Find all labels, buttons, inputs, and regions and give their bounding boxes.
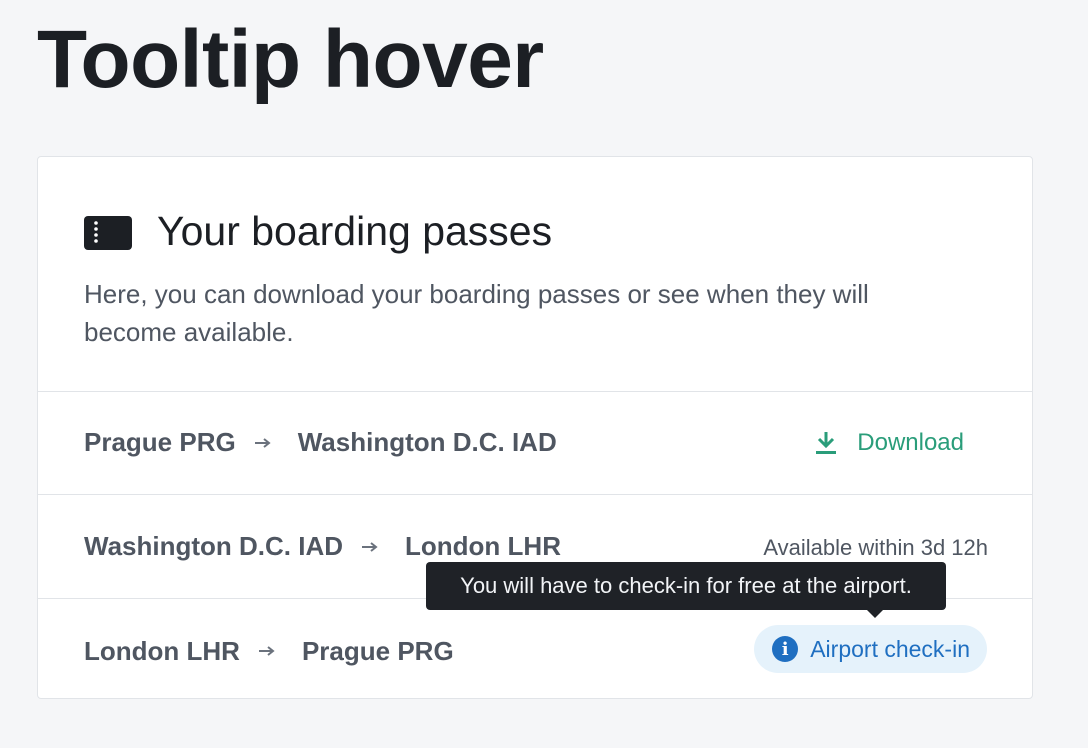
destination: Prague PRG [301, 635, 454, 666]
boarding-pass-icon [84, 216, 132, 250]
origin: Washington D.C. IAD [84, 531, 344, 561]
origin: Prague PRG [84, 427, 236, 457]
download-button[interactable]: Download [815, 391, 964, 494]
arrow-right-icon [362, 541, 378, 552]
tooltip-caret [866, 609, 884, 618]
card-title: Your boarding passes [157, 208, 553, 254]
arrow-right-icon [258, 646, 275, 656]
badge-label: Airport check-in [810, 635, 970, 662]
route: Prague PRG Washington D.C. IAD [84, 391, 557, 494]
download-icon [816, 431, 837, 454]
page-title: Tooltip hover [37, 14, 544, 105]
route: London LHR Prague PRG [84, 599, 454, 703]
boarding-pass-row: Prague PRG Washington D.C. IAD Download [38, 391, 1032, 495]
info-icon: i [772, 636, 799, 662]
destination: Washington D.C. IAD [297, 427, 557, 457]
airport-checkin-badge[interactable]: i Airport check-in [754, 625, 987, 673]
download-label: Download [857, 428, 964, 456]
card-description: Here, you can download your boarding pas… [84, 279, 869, 347]
origin: London LHR [84, 635, 240, 666]
arrow-right-icon [254, 437, 271, 448]
availability-status: Available within 3d 12h [763, 535, 988, 560]
tooltip: You will have to check-in for free at th… [426, 562, 946, 610]
card-header: Your boarding passes Here, you can downl… [38, 157, 1032, 392]
destination: London LHR [405, 531, 561, 561]
